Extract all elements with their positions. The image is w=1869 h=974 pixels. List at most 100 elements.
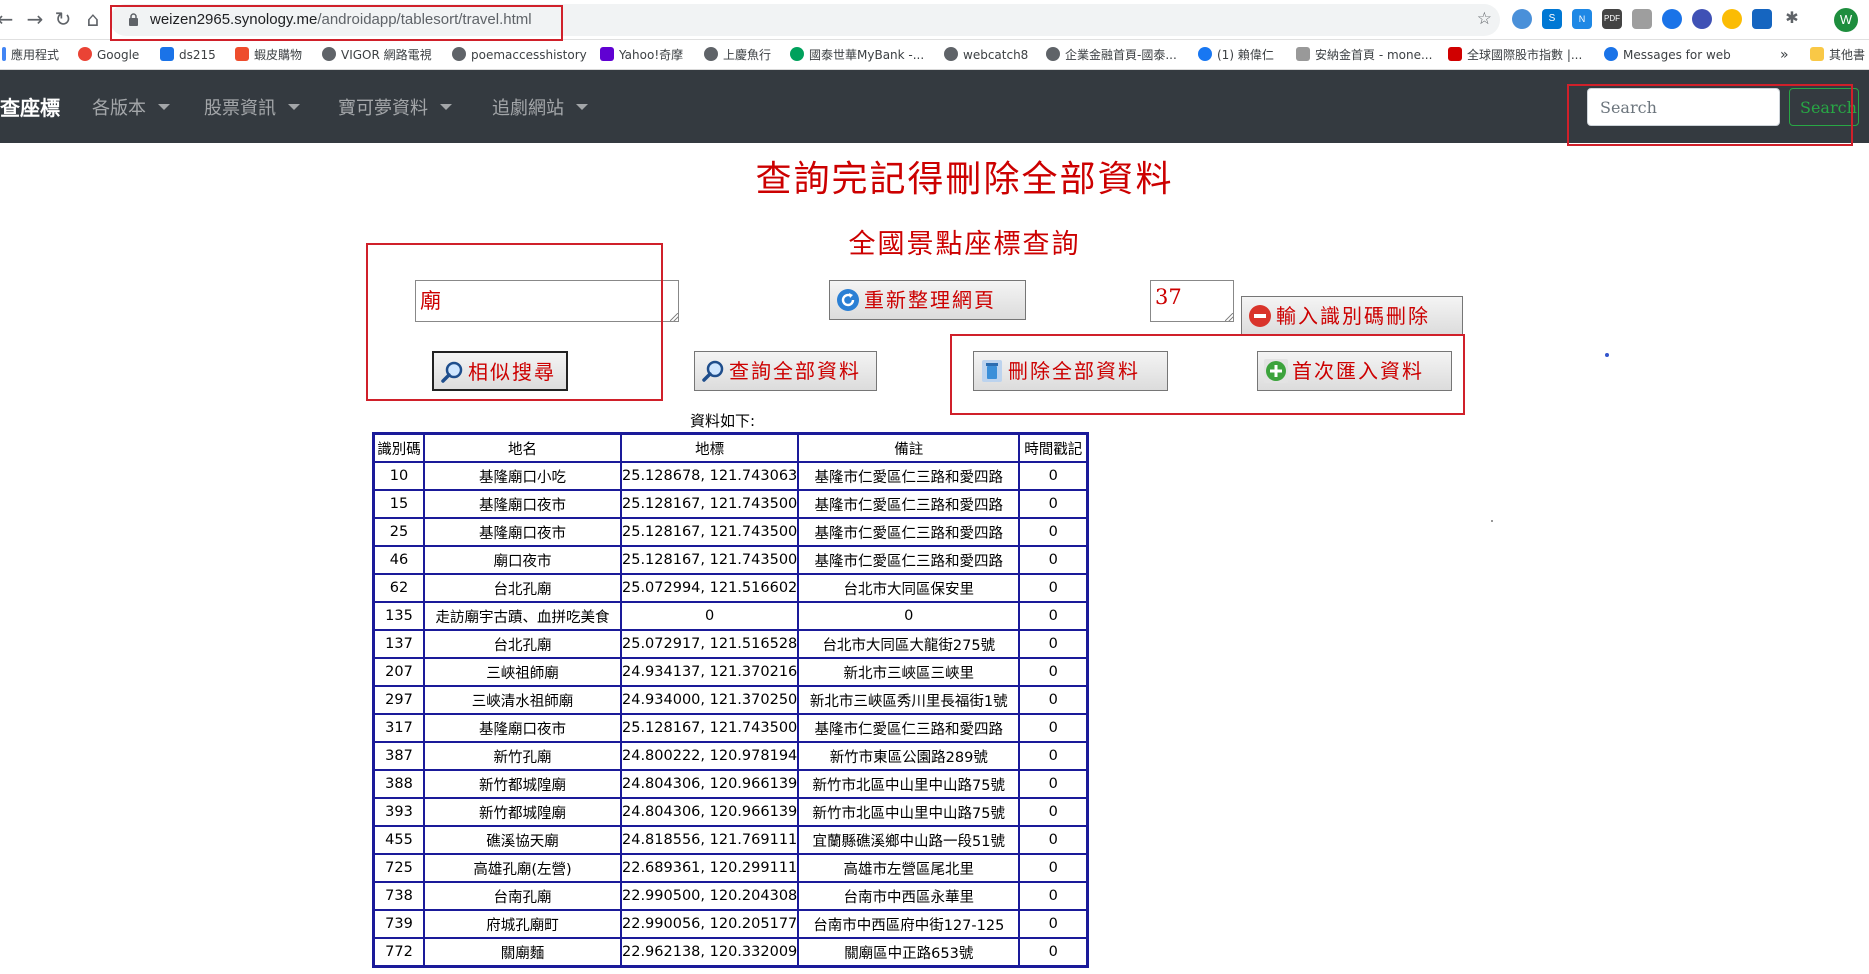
bookmark-yahoo[interactable]: Yahoo!奇摩 bbox=[600, 46, 683, 64]
nav-item-stocks[interactable]: 股票資訊 bbox=[204, 94, 300, 120]
home-icon[interactable]: ⌂ bbox=[80, 6, 106, 32]
cell-coords: 22.990500, 120.204308 bbox=[621, 882, 799, 910]
cell-coords: 24.800222, 120.978194 bbox=[621, 742, 799, 770]
query-all-button[interactable]: 查詢全部資料 bbox=[694, 351, 877, 391]
pdf-extension-icon[interactable]: PDF bbox=[1602, 9, 1622, 29]
bookmark-anakin[interactable]: 安納金首頁 - mone... bbox=[1296, 46, 1432, 64]
cell-note: 基隆市仁愛區仁三路和愛四路 bbox=[798, 490, 1020, 518]
url-text: weizen2965.synology.me/androidapp/tables… bbox=[150, 11, 532, 28]
reload-icon[interactable]: ↻ bbox=[50, 6, 76, 32]
cell-coords: 24.804306, 120.966139 bbox=[621, 798, 799, 826]
cloud-extension-icon[interactable] bbox=[1512, 9, 1532, 29]
cell-timestamp: 0 bbox=[1019, 602, 1088, 630]
lock-icon bbox=[129, 13, 138, 26]
nav-item-label: 各版本 bbox=[92, 98, 146, 119]
resize-handle-icon[interactable] bbox=[1225, 313, 1233, 321]
bookmark-label: 企業金融首頁-國泰... bbox=[1065, 48, 1177, 62]
bookmark-webcatch[interactable]: webcatch8 bbox=[944, 46, 1028, 64]
cell-name: 基隆廟口夜市 bbox=[424, 518, 621, 546]
caret-down-icon bbox=[576, 104, 588, 110]
cell-coords: 25.128678, 121.743063 bbox=[621, 462, 799, 490]
tree-icon bbox=[790, 47, 804, 61]
nav-item-label: 股票資訊 bbox=[204, 98, 276, 119]
bookmark-label: VIGOR 網路電視 bbox=[341, 48, 432, 62]
bookmark-vigor[interactable]: VIGOR 網路電視 bbox=[322, 46, 432, 64]
results-table: 識別碼 地名 地標 備註 時間戳記 10 基隆廟口小吃 25.128678, 121… bbox=[372, 432, 1090, 968]
cell-timestamp: 0 bbox=[1019, 490, 1088, 518]
cell-note: 基隆市仁愛區仁三路和愛四路 bbox=[798, 546, 1020, 574]
cell-id: 393 bbox=[374, 798, 424, 826]
table-row: 207 三峽祖師廟 24.934137, 121.370216 新北市三峽區三峽里 0 bbox=[374, 658, 1088, 686]
nav-item-versions[interactable]: 各版本 bbox=[92, 94, 170, 120]
delete-by-id-button[interactable]: 輸入識別碼刪除 bbox=[1241, 296, 1463, 336]
chat-extension-icon[interactable] bbox=[1692, 9, 1712, 29]
yahoo-icon bbox=[600, 47, 614, 61]
table-row: 25 基隆廟口夜市 25.128167, 121.743500 基隆市仁愛區仁三路和愛… bbox=[374, 518, 1088, 546]
plus-badge-extension-icon[interactable] bbox=[1722, 9, 1742, 29]
bookmark-poem[interactable]: poemaccesshistory bbox=[452, 46, 587, 64]
bookmark-facebook[interactable]: (1) 賴偉仁 bbox=[1198, 46, 1274, 64]
bookmark-enterprise[interactable]: 企業金融首頁-國泰... bbox=[1046, 46, 1177, 64]
bookmark-ds215[interactable]: ds215 bbox=[160, 46, 216, 64]
nav-item-pokemon[interactable]: 寶可夢資料 bbox=[338, 94, 452, 120]
refresh-page-button[interactable]: 重新整理網頁 bbox=[829, 280, 1026, 320]
cell-note: 台南市中西區永華里 bbox=[798, 882, 1020, 910]
navbar-brand[interactable]: 查座標 bbox=[0, 92, 60, 121]
globe-icon bbox=[944, 47, 958, 61]
page-title: 查詢完記得刪除全部資料 bbox=[755, 159, 1174, 200]
delete-all-label: 刪除全部資料 bbox=[1008, 359, 1140, 383]
nav-item-drama[interactable]: 追劇網站 bbox=[492, 94, 588, 120]
bookmarks-bar: 應用程式 Google ds215 蝦皮購物 VIGOR 網路電視 poemac… bbox=[0, 40, 1869, 70]
keyword-input[interactable] bbox=[415, 280, 679, 322]
bookmark-google[interactable]: Google bbox=[78, 46, 139, 64]
facebook-icon bbox=[1198, 47, 1212, 61]
cell-coords: 25.128167, 121.743500 bbox=[621, 714, 799, 742]
screenshot-extension-icon[interactable] bbox=[1632, 9, 1652, 29]
bookmark-label: 其他書 bbox=[1829, 48, 1866, 62]
save-extension-icon[interactable] bbox=[1752, 9, 1772, 29]
bookmarks-overflow-icon[interactable]: » bbox=[1780, 46, 1789, 64]
bookmark-label: poemaccesshistory bbox=[471, 48, 587, 62]
cell-timestamp: 0 bbox=[1019, 938, 1088, 966]
profile-avatar[interactable]: W bbox=[1834, 8, 1858, 32]
caret-down-icon bbox=[158, 104, 170, 110]
delete-all-button[interactable]: 刪除全部資料 bbox=[973, 351, 1168, 391]
cell-id: 388 bbox=[374, 770, 424, 798]
cell-note: 高雄市左營區尾北里 bbox=[798, 854, 1020, 882]
cell-coords: 22.990056, 120.205177 bbox=[621, 910, 799, 938]
bookmark-fish[interactable]: 上慶魚行 bbox=[704, 46, 771, 64]
back-icon[interactable]: ← bbox=[0, 6, 18, 32]
url-path: /androidapp/tablesort/travel.html bbox=[317, 11, 532, 28]
puzzle-extensions-icon[interactable]: ✱ bbox=[1782, 9, 1802, 29]
address-bar[interactable]: weizen2965.synology.me/androidapp/tables… bbox=[110, 4, 1500, 36]
bookmark-extension-icon[interactable] bbox=[1662, 9, 1682, 29]
bookmark-cathay[interactable]: 國泰世華MyBank -... bbox=[790, 46, 924, 64]
forward-icon[interactable]: → bbox=[22, 6, 48, 32]
new-badge-extension-icon[interactable]: N bbox=[1572, 9, 1592, 29]
bookmark-apps[interactable]: 應用程式 bbox=[2, 46, 59, 64]
navbar-search-button[interactable]: Search bbox=[1789, 88, 1859, 126]
cell-note: 新竹市東區公園路289號 bbox=[798, 742, 1020, 770]
cell-timestamp: 0 bbox=[1019, 546, 1088, 574]
bookmark-messages[interactable]: Messages for web bbox=[1604, 46, 1731, 64]
refresh-icon bbox=[837, 289, 859, 311]
bookmark-shopee[interactable]: 蝦皮購物 bbox=[235, 46, 302, 64]
first-import-button[interactable]: 首次匯入資料 bbox=[1257, 351, 1452, 391]
globe-icon bbox=[322, 47, 336, 61]
similar-search-button[interactable]: 相似搜尋 bbox=[432, 351, 568, 391]
bookmark-other[interactable]: 其他書 bbox=[1810, 46, 1865, 64]
id-input[interactable] bbox=[1150, 280, 1234, 322]
resize-handle-icon[interactable] bbox=[670, 313, 678, 321]
browser-toolbar: ← → ↻ ⌂ weizen2965.synology.me/androidap… bbox=[0, 0, 1869, 40]
page-subtitle: 全國景點座標查詢 bbox=[848, 229, 1081, 260]
apps-grid-icon bbox=[2, 47, 6, 61]
magnifier-icon bbox=[702, 360, 724, 382]
skype-extension-icon[interactable]: S bbox=[1542, 9, 1562, 29]
bookmark-global-index[interactable]: 全球國際股市指數 |... bbox=[1448, 46, 1582, 64]
cell-coords: 24.934000, 121.370250 bbox=[621, 686, 799, 714]
cell-name: 三峽祖師廟 bbox=[424, 658, 621, 686]
star-icon[interactable]: ☆ bbox=[1477, 9, 1492, 29]
navbar-search-input[interactable] bbox=[1587, 88, 1780, 126]
table-row: 455 礁溪協天廟 24.818556, 121.769111 宜蘭縣礁溪鄉中山路一段… bbox=[374, 826, 1088, 854]
bookmark-label: webcatch8 bbox=[963, 48, 1029, 62]
